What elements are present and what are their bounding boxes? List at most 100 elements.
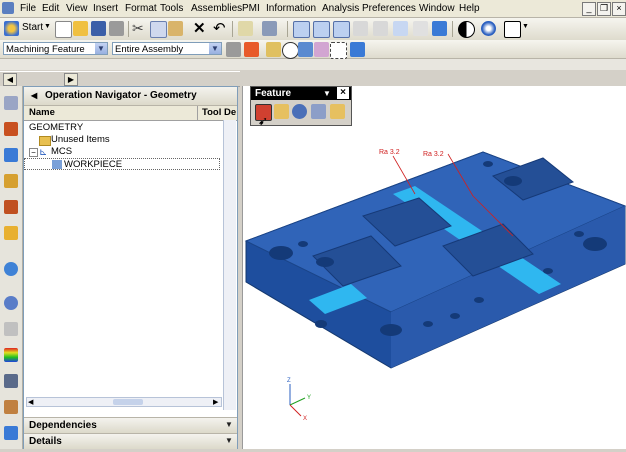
open-icon[interactable] (73, 21, 88, 36)
menu-file[interactable]: File (20, 2, 36, 16)
type-filter-select[interactable]: Machining Feature ▼ (3, 42, 108, 55)
operation-navigator-icon[interactable] (4, 148, 18, 162)
scroll-thumb[interactable] (113, 399, 143, 405)
manufacturing-wizards-icon[interactable] (4, 374, 18, 388)
menu-edit[interactable]: Edit (42, 2, 59, 16)
copy-icon[interactable] (150, 21, 167, 38)
start-dropdown-icon[interactable]: ▼ (44, 23, 51, 30)
dependencies-panel-header[interactable]: Dependencies ▼ (24, 417, 237, 433)
zoom-in-out-icon[interactable] (333, 21, 350, 38)
hole (423, 321, 433, 327)
app-icon[interactable] (2, 2, 14, 14)
chevron-down-icon[interactable]: ▼ (224, 436, 234, 446)
chevron-down-icon[interactable]: ▼ (95, 43, 107, 54)
feature-icon[interactable] (292, 104, 307, 119)
tree-item-label: WORKPIECE (64, 159, 123, 170)
minimize-icon[interactable]: _ (582, 2, 596, 16)
select-all-icon[interactable] (298, 42, 313, 57)
collapse-icon[interactable]: − (29, 148, 38, 157)
hole (574, 231, 584, 237)
feature-icon[interactable] (311, 104, 326, 119)
rotate-icon[interactable] (353, 21, 368, 36)
history-icon[interactable] (4, 296, 18, 310)
system-scenes-icon[interactable] (4, 426, 18, 440)
feature-icon[interactable] (274, 104, 289, 119)
part-navigator-icon[interactable] (4, 122, 18, 136)
chevron-down-icon[interactable]: ▼ (224, 420, 234, 430)
process-studio-icon[interactable] (4, 348, 18, 362)
select-features-icon[interactable] (314, 42, 329, 57)
show-hide-icon[interactable] (262, 21, 277, 36)
menu-tools[interactable]: Tools (160, 2, 183, 16)
chevron-down-icon[interactable]: ▼ (323, 87, 331, 100)
menu-information[interactable]: Information (266, 2, 316, 16)
feature-icon[interactable] (330, 104, 345, 119)
menu-preferences[interactable]: Preferences (362, 2, 416, 16)
pan-icon[interactable] (373, 21, 388, 36)
view-icon[interactable] (282, 42, 299, 59)
menu-help[interactable]: Help (459, 2, 480, 16)
part-model-view[interactable]: Ra 3.2 Ra 3.2 Z Y X (243, 86, 626, 449)
fit-icon[interactable] (293, 21, 310, 38)
menu-assemblies[interactable]: Assemblies (191, 2, 242, 16)
scroll-left-icon[interactable]: ◀ (3, 73, 17, 86)
filter-settings-icon[interactable] (226, 42, 241, 57)
menu-pmi[interactable]: PMI (242, 2, 260, 16)
menu-insert[interactable]: Insert (93, 2, 118, 16)
render-style-icon[interactable] (458, 21, 475, 38)
color-dropdown-icon[interactable]: ▼ (522, 23, 529, 30)
system-materials-icon[interactable] (4, 322, 18, 336)
quick-pick-icon[interactable] (266, 42, 281, 57)
save-icon[interactable] (91, 21, 106, 36)
selection-scope-select[interactable]: Entire Assembly ▼ (112, 42, 222, 55)
tree-row[interactable]: − ⊾ MCS (24, 146, 220, 158)
background-icon[interactable] (481, 21, 496, 36)
color-icon[interactable] (504, 21, 521, 38)
reuse-library-icon[interactable] (4, 200, 18, 214)
hd3d-icon[interactable] (4, 226, 18, 240)
print-icon[interactable] (109, 21, 124, 36)
menu-format[interactable]: Format (125, 2, 157, 16)
vertical-scrollbar[interactable] (223, 120, 236, 410)
select-icon[interactable] (238, 21, 253, 36)
close-icon[interactable]: × (612, 2, 626, 16)
column-header-name[interactable]: Name (29, 106, 198, 120)
details-panel-header[interactable]: Details ▼ (24, 433, 237, 449)
start-button[interactable]: Start (22, 22, 43, 33)
perspective-icon[interactable] (393, 21, 408, 36)
chevron-down-icon[interactable]: ▼ (209, 43, 221, 54)
tree-row[interactable]: GEOMETRY (24, 122, 220, 134)
tree-row[interactable]: Unused Items (24, 134, 220, 146)
orient-view-icon[interactable] (432, 21, 447, 36)
menu-analysis[interactable]: Analysis (322, 2, 359, 16)
new-icon[interactable] (55, 21, 72, 38)
scroll-right-icon[interactable]: ▶ (213, 398, 218, 406)
feature-palette-title-bar[interactable]: Feature ▼ × (251, 87, 351, 100)
graphics-window[interactable]: Ra 3.2 Ra 3.2 Z Y X (242, 86, 626, 449)
close-icon[interactable]: × (337, 87, 349, 99)
assembly-navigator-icon[interactable] (4, 96, 18, 110)
restore-icon[interactable]: ❐ (597, 2, 611, 16)
machine-tool-icon[interactable] (4, 174, 18, 188)
restore-view-icon[interactable] (413, 21, 428, 36)
delete-icon[interactable]: ✕ (193, 19, 206, 37)
deselect-icon[interactable] (330, 42, 347, 59)
pin-icon[interactable]: ◀ (31, 87, 37, 105)
separator (232, 21, 233, 37)
horizontal-scrollbar[interactable]: ◀ ▶ (26, 397, 222, 407)
cut-icon[interactable]: ✂ (132, 20, 144, 37)
web-browser-icon[interactable] (4, 262, 18, 276)
paste-icon[interactable] (168, 21, 183, 36)
snap-point-icon[interactable] (244, 42, 259, 57)
zoom-icon[interactable] (313, 21, 330, 38)
roles-icon[interactable] (4, 400, 18, 414)
scroll-right-icon[interactable]: ▶ (64, 73, 78, 86)
part-icon[interactable] (350, 42, 365, 57)
menu-window[interactable]: Window (419, 2, 455, 16)
menu-view[interactable]: View (66, 2, 88, 16)
start-icon[interactable] (4, 21, 19, 36)
undo-icon[interactable]: ↶ (213, 19, 226, 37)
column-header-tool[interactable]: Tool De (202, 106, 236, 120)
tree-row-selected[interactable]: WORKPIECE (24, 158, 220, 170)
scroll-left-icon[interactable]: ◀ (28, 398, 33, 406)
